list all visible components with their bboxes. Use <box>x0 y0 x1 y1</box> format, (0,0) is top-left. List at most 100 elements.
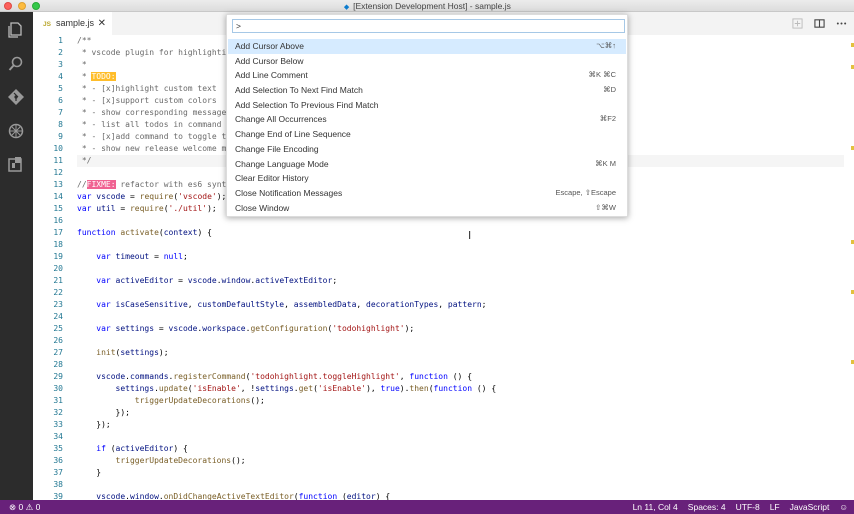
code-line[interactable]: init(settings); <box>77 347 844 359</box>
line-number: 36 <box>53 456 63 465</box>
mouse-cursor-icon: I <box>468 229 472 242</box>
code-line[interactable]: var isCaseSensitive, customDefaultStyle,… <box>77 299 844 311</box>
code-token: var <box>77 300 116 309</box>
code-line[interactable] <box>77 359 844 371</box>
command-item[interactable]: Add Selection To Next Find Match ⌘D <box>228 83 626 98</box>
code-token: function <box>77 228 121 237</box>
eol-setting[interactable]: LF <box>770 500 780 514</box>
debug-icon[interactable] <box>6 121 26 141</box>
window-minimize-button[interactable] <box>18 2 26 10</box>
line-number: 13 <box>53 180 63 189</box>
line-number: 26 <box>53 336 63 345</box>
code-token: /** <box>77 36 92 45</box>
status-bar: ⊗ 0 ⚠ 0 Ln 11, Col 4 Spaces: 4 UTF-8 LF … <box>0 500 854 514</box>
command-item[interactable]: Change All Occurrences ⌘F2 <box>228 112 626 127</box>
command-label: Add Cursor Below <box>235 55 304 66</box>
command-item[interactable]: Close Notification Messages Escape, ⇧Esca… <box>228 186 626 201</box>
search-icon[interactable] <box>6 54 26 74</box>
code-line[interactable] <box>77 479 844 491</box>
code-line[interactable] <box>77 239 844 251</box>
code-line[interactable]: vscode.commands.registerCommand('todohig… <box>77 371 844 383</box>
command-item[interactable]: Close Window ⇧⌘W <box>228 201 626 216</box>
split-editor-icon[interactable] <box>812 16 826 30</box>
line-number: 6 <box>58 96 63 105</box>
command-item[interactable]: Add Cursor Below <box>228 54 626 69</box>
command-label: Add Selection To Previous Find Match <box>235 99 379 110</box>
encoding-setting[interactable]: UTF-8 <box>736 500 760 514</box>
line-number: 15 <box>53 204 63 213</box>
code-line[interactable] <box>77 431 844 443</box>
open-changes-icon[interactable] <box>790 16 804 30</box>
indentation-setting[interactable]: Spaces: 4 <box>688 500 726 514</box>
code-token: onDidChangeActiveTextEditor <box>163 492 294 500</box>
command-item[interactable]: Clear Editor History <box>228 171 626 186</box>
code-line[interactable]: triggerUpdateDecorations(); <box>77 395 844 407</box>
code-token: */ <box>77 156 92 165</box>
line-number: 24 <box>53 312 63 321</box>
code-token: ) { <box>197 228 212 237</box>
warnings-indicator[interactable]: ⚠ 0 <box>26 502 41 512</box>
command-item[interactable]: Add Line Comment ⌘K ⌘C <box>228 68 626 83</box>
code-line[interactable] <box>77 263 844 275</box>
command-item[interactable]: Change End of Line Sequence <box>228 127 626 142</box>
overview-ruler[interactable] <box>850 35 854 500</box>
line-number: 18 <box>53 240 63 249</box>
line-number: 30 <box>53 384 63 393</box>
code-token: decorationTypes <box>366 300 439 309</box>
code-line[interactable]: }); <box>77 407 844 419</box>
code-line[interactable]: function activate(context) { <box>77 227 844 239</box>
extensions-icon[interactable] <box>6 154 26 174</box>
window-close-button[interactable] <box>4 2 12 10</box>
tab-sample-js[interactable]: JS sample.js ✕ <box>33 12 113 35</box>
code-token: ) { <box>375 492 391 500</box>
code-token: ); <box>216 192 227 201</box>
code-token: assembledData <box>293 300 357 309</box>
code-token: ; <box>182 252 188 261</box>
code-token: = <box>154 324 169 333</box>
line-number: 14 <box>53 192 63 201</box>
git-icon[interactable] <box>6 87 26 107</box>
command-list: Add Cursor Above ⌥⌘↑ Add Cursor Below Add L… <box>228 39 626 215</box>
code-token: , <box>284 300 294 309</box>
code-token: settings <box>120 348 159 357</box>
code-token: vscode <box>187 276 217 285</box>
command-palette-input[interactable] <box>232 19 625 33</box>
code-line[interactable] <box>77 287 844 299</box>
code-line[interactable] <box>77 311 844 323</box>
close-icon[interactable]: ✕ <box>98 12 106 35</box>
language-mode[interactable]: JavaScript <box>790 500 830 514</box>
code-line[interactable] <box>77 335 844 347</box>
code-line[interactable]: var settings = vscode.workspace.getConfi… <box>77 323 844 335</box>
code-line[interactable]: if (activeEditor) { <box>77 443 844 455</box>
window-title: [Extension Development Host] - sample.js <box>353 1 511 11</box>
code-line[interactable]: triggerUpdateDecorations(); <box>77 455 844 467</box>
code-token: function <box>409 372 448 381</box>
code-line[interactable]: var activeEditor = vscode.window.activeT… <box>77 275 844 287</box>
code-token: = <box>115 204 130 213</box>
line-number: 8 <box>58 120 63 129</box>
command-item[interactable]: Add Cursor Above ⌥⌘↑ <box>228 39 626 54</box>
command-label: Change All Occurrences <box>235 114 327 125</box>
code-line[interactable]: }); <box>77 419 844 431</box>
line-number: 2 <box>58 48 63 57</box>
code-token: init <box>96 348 116 357</box>
errors-indicator[interactable]: ⊗ 0 <box>9 502 23 512</box>
code-line[interactable]: vscode.window.onDidChangeActiveTextEdito… <box>77 491 844 500</box>
feedback-icon[interactable]: ☺ <box>839 500 848 514</box>
code-line[interactable]: } <box>77 467 844 479</box>
keybinding-label: ⌘D <box>603 85 616 95</box>
more-icon[interactable] <box>834 16 848 30</box>
command-item[interactable]: Change Language Mode ⌘K M <box>228 157 626 172</box>
code-token: TODO: <box>91 72 116 81</box>
code-token: triggerUpdateDecorations <box>134 396 251 405</box>
line-number: 31 <box>53 396 63 405</box>
code-line[interactable]: settings.update('isEnable', !settings.ge… <box>77 383 844 395</box>
line-number: 17 <box>53 228 63 237</box>
command-item[interactable]: Change File Encoding <box>228 142 626 157</box>
files-icon[interactable] <box>6 20 26 40</box>
code-line[interactable]: var timeout = null; <box>77 251 844 263</box>
window-maximize-button[interactable] <box>32 2 40 10</box>
cursor-position[interactable]: Ln 11, Col 4 <box>633 500 678 514</box>
command-item[interactable]: Add Selection To Previous Find Match <box>228 98 626 113</box>
code-token: () { <box>472 384 497 393</box>
